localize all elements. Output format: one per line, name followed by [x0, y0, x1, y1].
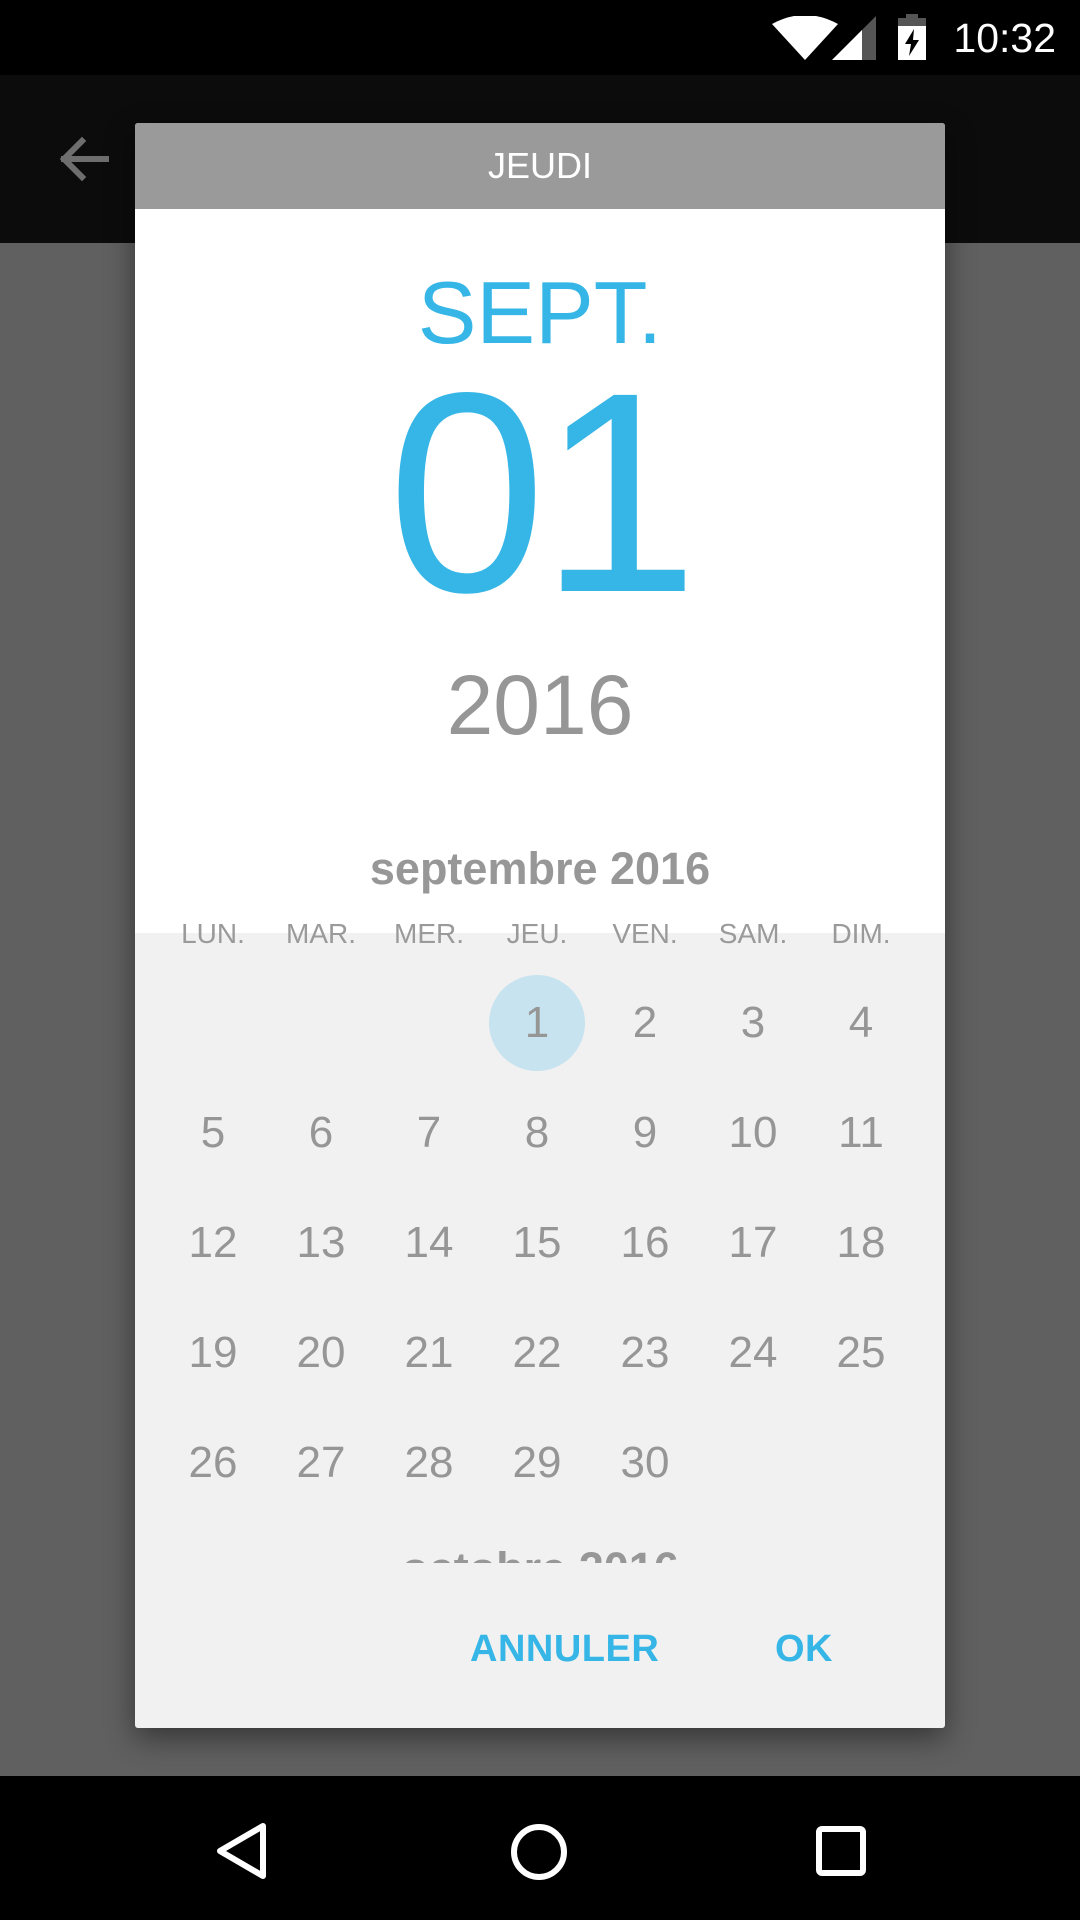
home-circle-icon[interactable]: [510, 1823, 568, 1881]
day-number: 29: [512, 1438, 562, 1487]
status-time: 10:32: [953, 15, 1056, 61]
day-number: 30: [620, 1438, 670, 1487]
calendar-day[interactable]: 19: [159, 1305, 267, 1401]
wifi-icon: [772, 16, 838, 60]
day-number: 26: [188, 1438, 238, 1487]
day-number: 18: [836, 1218, 886, 1267]
calendar-day[interactable]: 8: [483, 1085, 591, 1181]
calendar-day[interactable]: 16: [591, 1195, 699, 1291]
calendar-month-title: septembre 2016: [369, 843, 711, 894]
weekday-label: VEN.: [612, 918, 678, 949]
selected-day[interactable]: 01: [135, 348, 945, 638]
day-number: 8: [524, 1108, 550, 1157]
day-number: 9: [632, 1108, 658, 1157]
calendar-day[interactable]: 23: [591, 1305, 699, 1401]
weekday-label: SAM.: [718, 918, 788, 949]
selected-year[interactable]: 2016: [135, 655, 945, 755]
day-number: 1: [524, 998, 550, 1047]
calendar-day[interactable]: 27: [267, 1415, 375, 1511]
calendar-day[interactable]: 28: [375, 1415, 483, 1511]
status-bar: 10:32: [0, 0, 1080, 75]
calendar-day[interactable]: 7: [375, 1085, 483, 1181]
back-triangle-icon[interactable]: [213, 1821, 269, 1881]
calendar-day[interactable]: 5: [159, 1085, 267, 1181]
calendar-day[interactable]: 13: [267, 1195, 375, 1291]
recents-square-icon[interactable]: [816, 1826, 866, 1876]
calendar-day[interactable]: 14: [375, 1195, 483, 1291]
navigation-bar: [0, 1776, 1080, 1920]
calendar-day[interactable]: 10: [699, 1085, 807, 1181]
calendar-day[interactable]: 18: [807, 1195, 915, 1291]
calendar-day[interactable]: 26: [159, 1415, 267, 1511]
weekday-label: MER.: [394, 918, 464, 949]
next-month-title: octobre 2016: [135, 1541, 945, 1563]
weekday-label: LUN.: [181, 918, 245, 949]
ok-button[interactable]: OK: [775, 1619, 833, 1679]
calendar-day[interactable]: 29: [483, 1415, 591, 1511]
calendar-day-selected[interactable]: 1: [483, 975, 591, 1071]
calendar-day[interactable]: 30: [591, 1415, 699, 1511]
calendar-day[interactable]: 17: [699, 1195, 807, 1291]
weekday-label: MAR.: [286, 918, 356, 949]
day-number: 28: [404, 1438, 454, 1487]
screen: 10:32 JEUDI SEPT. 01 2016 septembre 2016…: [0, 0, 1080, 1920]
next-month-title-clipped: octobre 2016: [135, 1541, 945, 1563]
day-number: 3: [740, 998, 766, 1047]
day-number: 7: [416, 1108, 442, 1157]
day-number: 2: [632, 998, 658, 1047]
date-picker-dialog: JEUDI SEPT. 01 2016 septembre 2016 LUN. M…: [135, 123, 945, 1728]
calendar-day[interactable]: 11: [807, 1085, 915, 1181]
day-number: 16: [620, 1218, 670, 1267]
day-number: 6: [308, 1108, 334, 1157]
day-number: 25: [836, 1328, 886, 1377]
cancel-button[interactable]: ANNULER: [470, 1619, 659, 1679]
signal-icon: [832, 16, 876, 60]
day-number: 20: [296, 1328, 346, 1377]
weekday-label: JEU.: [506, 918, 568, 949]
calendar-day[interactable]: 22: [483, 1305, 591, 1401]
day-number: 5: [200, 1108, 226, 1157]
day-number: 10: [728, 1108, 778, 1157]
battery-charging-icon: [898, 14, 926, 60]
day-number: 21: [404, 1328, 454, 1377]
calendar-day[interactable]: 4: [807, 975, 915, 1071]
day-number: 22: [512, 1328, 562, 1377]
calendar-day[interactable]: 24: [699, 1305, 807, 1401]
day-number: 24: [728, 1328, 778, 1377]
calendar-day[interactable]: 9: [591, 1085, 699, 1181]
arrow-left-icon[interactable]: [58, 133, 110, 185]
day-number: 15: [512, 1218, 562, 1267]
calendar-day[interactable]: 3: [699, 975, 807, 1071]
weekday-label: DIM.: [831, 918, 891, 949]
day-number: 13: [296, 1218, 346, 1267]
day-number: 23: [620, 1328, 670, 1377]
calendar-day[interactable]: 25: [807, 1305, 915, 1401]
day-number: 19: [188, 1328, 238, 1377]
weekday-header: JEUDI: [135, 123, 945, 209]
day-number: 14: [404, 1218, 454, 1267]
day-number: 17: [728, 1218, 778, 1267]
day-number: 4: [848, 998, 874, 1047]
calendar-day[interactable]: 2: [591, 975, 699, 1071]
calendar-day[interactable]: 21: [375, 1305, 483, 1401]
day-number: 27: [296, 1438, 346, 1487]
day-number: 12: [188, 1218, 238, 1267]
calendar-day[interactable]: 15: [483, 1195, 591, 1291]
calendar-day[interactable]: 6: [267, 1085, 375, 1181]
calendar-day[interactable]: 20: [267, 1305, 375, 1401]
day-number: 11: [838, 1108, 884, 1157]
calendar-day[interactable]: 12: [159, 1195, 267, 1291]
